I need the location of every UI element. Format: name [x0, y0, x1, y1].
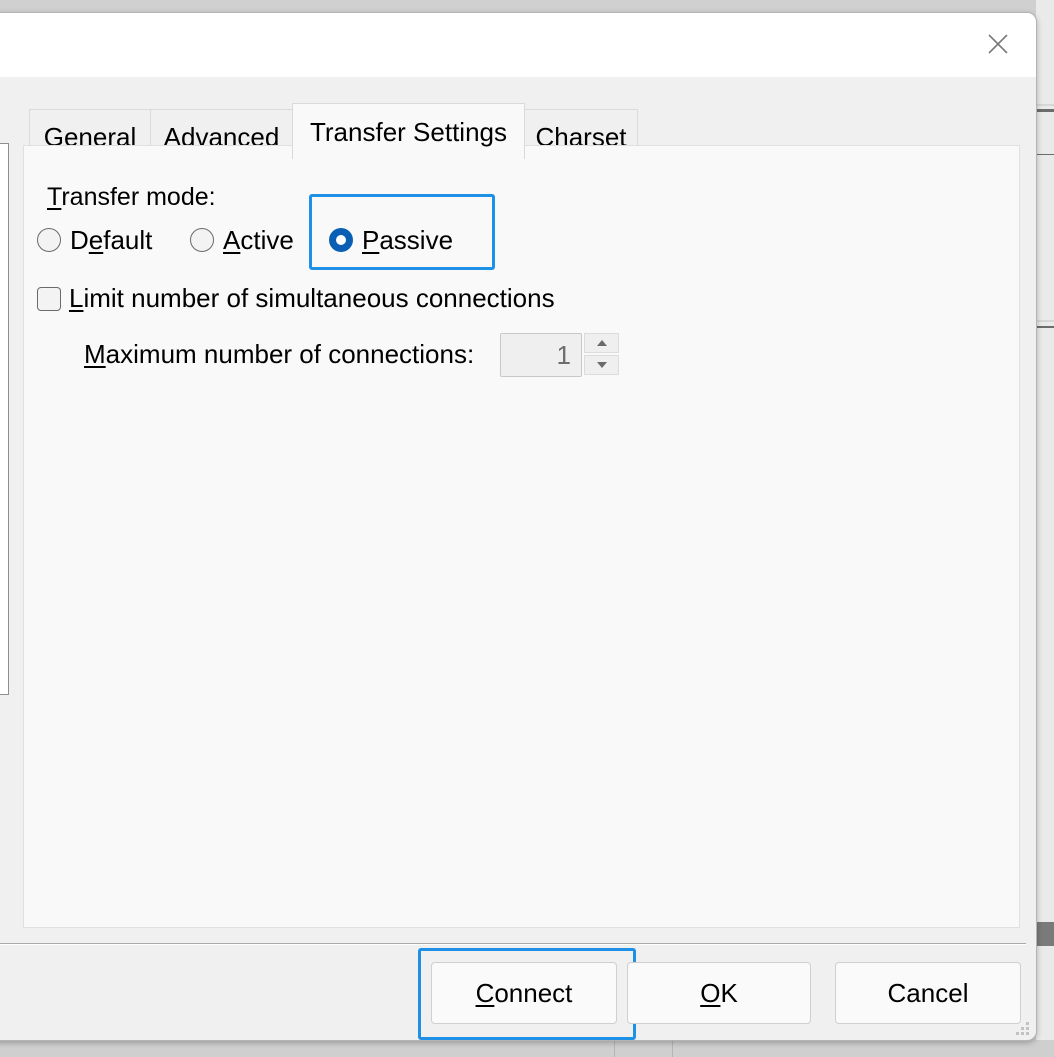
transfer-mode-label: Transfer mode:: [47, 183, 216, 212]
arrow-down-icon: [596, 362, 607, 368]
background-divider: [1036, 326, 1054, 328]
background-divider: [1036, 154, 1054, 155]
checkbox-icon: [37, 286, 61, 311]
radio-label: Active: [223, 224, 294, 255]
resize-grip-icon[interactable]: [1016, 1022, 1030, 1036]
radio-passive[interactable]: Passive: [329, 222, 453, 258]
radio-circle-icon: [37, 228, 61, 252]
background-divider: [672, 1040, 673, 1057]
radio-active[interactable]: Active: [190, 222, 294, 258]
max-connections-label: Maximum number of connections:: [84, 339, 475, 369]
connect-button[interactable]: Connect: [431, 962, 617, 1024]
radio-checked-icon: [329, 228, 353, 252]
title-bar: [0, 13, 1036, 77]
tab-transfer-settings[interactable]: Transfer Settings: [292, 103, 525, 159]
radio-label: Passive: [362, 224, 454, 255]
cancel-button[interactable]: Cancel: [835, 962, 1021, 1024]
close-icon: [988, 34, 1008, 54]
radio-label: Default: [70, 224, 153, 255]
arrow-up-icon: [596, 340, 607, 346]
spin-up-button[interactable]: [584, 333, 619, 353]
background-app: [1036, 0, 1054, 1057]
spin-down-button[interactable]: [584, 355, 619, 375]
background-divider: [1036, 109, 1054, 112]
label-text: ransfer mode:: [61, 183, 216, 211]
site-settings-dialog: General Advanced Transfer Settings Chars…: [0, 12, 1037, 1041]
background-strip: [0, 1040, 1054, 1057]
limit-connections-checkbox[interactable]: Limit number of simultaneous connections: [37, 283, 555, 314]
radio-default[interactable]: Default: [37, 222, 152, 258]
background-divider: [614, 1040, 615, 1057]
max-connections-input[interactable]: 1: [500, 333, 582, 377]
background-block: [1036, 922, 1054, 946]
radio-circle-icon: [190, 228, 214, 252]
checkbox-label: Limit number of simultaneous connections: [69, 283, 555, 313]
close-button[interactable]: [986, 32, 1010, 56]
divider: [0, 944, 1026, 945]
ok-button[interactable]: OK: [627, 962, 811, 1024]
background-divider: [1036, 104, 1054, 106]
transfer-settings-panel: Transfer mode: Default Active Passive Li…: [23, 145, 1020, 928]
background-divider: [1036, 320, 1054, 322]
site-list-panel[interactable]: [0, 143, 9, 695]
accelerator-key: T: [47, 183, 62, 211]
